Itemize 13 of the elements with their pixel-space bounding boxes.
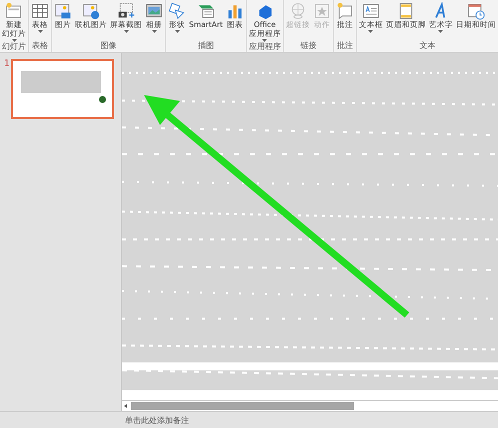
group-label: 批注 [336,41,353,52]
group-label: 表格 [32,41,48,52]
group-label: 链接 [300,41,316,52]
notes-placeholder: 单击此处添加备注 [125,414,189,426]
group-label: 插图 [198,41,214,52]
slide-number: 1 [4,59,10,69]
group-label: 图像 [100,41,116,52]
group-label: 应用程序 [248,42,281,52]
group-label: 文本 [419,41,436,52]
camera-icon [117,2,135,20]
slide-thumbnail[interactable] [10,59,114,119]
group-label: 幻灯片 [2,42,26,52]
horizontal-scrollbar[interactable] [122,400,498,411]
